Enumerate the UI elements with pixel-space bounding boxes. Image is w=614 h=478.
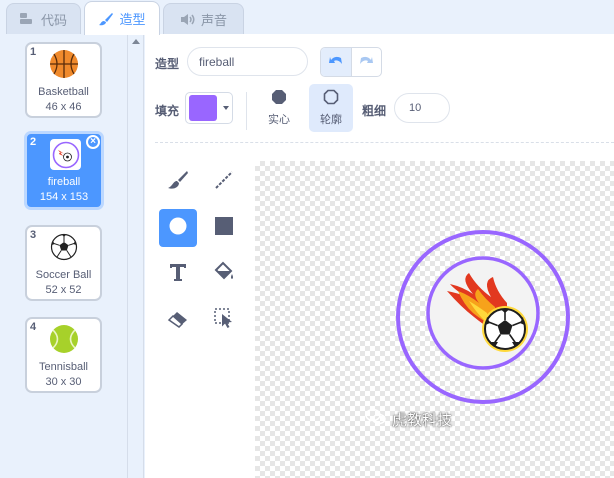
tab-code-label: 代码 — [40, 12, 67, 28]
wechat-icon — [365, 408, 387, 430]
scroll-up-arrow-icon[interactable] — [132, 39, 140, 44]
basketball-icon — [49, 49, 79, 79]
chevron-down-icon — [223, 106, 229, 110]
line-icon — [213, 169, 235, 196]
text-tool-button[interactable] — [159, 255, 197, 293]
costume-card-soccer-ball[interactable]: 3 Soccer Ball 52 x 52 — [25, 225, 102, 301]
redo-button[interactable] — [350, 48, 382, 76]
watermark: 虎教科技 — [365, 408, 452, 430]
filled-octagon-icon — [271, 89, 287, 108]
redo-icon — [358, 53, 374, 71]
brush-tool-button[interactable] — [159, 163, 197, 201]
costume-name: Tennisball — [39, 361, 88, 373]
toolbar-divider — [246, 92, 247, 130]
solid-mode-label: 实心 — [268, 114, 290, 126]
costume-size: 30 x 30 — [45, 376, 82, 388]
tab-costumes-label: 造型 — [119, 12, 146, 27]
select-tool-button[interactable] — [205, 301, 243, 339]
costume-card-fireball[interactable]: 2 × fireball 154 x 153 — [24, 131, 104, 210]
costume-name: Soccer Ball — [35, 269, 92, 281]
outline-octagon-icon — [323, 89, 339, 108]
eraser-tool-button[interactable] — [159, 301, 197, 339]
fireball-costume-artwork — [396, 230, 570, 404]
fill-label: 填充 — [155, 104, 180, 118]
speaker-icon — [180, 12, 196, 26]
costume-size: 154 x 153 — [39, 191, 89, 203]
fill-color-swatch — [189, 95, 217, 121]
costume-index: 3 — [30, 229, 37, 241]
tab-sounds-label: 声音 — [200, 12, 227, 28]
rectangle-tool-button[interactable] — [205, 209, 243, 247]
undo-button[interactable] — [321, 48, 351, 76]
costume-index: 1 — [30, 46, 37, 58]
costume-card-basketball[interactable]: 1 Basketball 46 x 46 — [25, 42, 102, 118]
code-icon — [19, 12, 36, 26]
brush-icon — [167, 170, 189, 195]
circle-icon — [167, 215, 189, 242]
drawing-canvas[interactable] — [255, 161, 614, 478]
eraser-icon — [167, 308, 189, 333]
paint-bucket-icon — [213, 261, 235, 288]
thickness-label: 粗细 — [362, 104, 387, 118]
costume-name-label: 造型 — [155, 57, 180, 71]
text-icon — [168, 262, 188, 287]
outline-mode-label: 轮廓 — [320, 114, 342, 126]
undo-redo-group — [320, 47, 382, 77]
undo-icon — [328, 53, 344, 71]
costume-name: fireball — [47, 176, 81, 188]
costume-card-tennisball[interactable]: 4 Tennisball 30 x 30 — [25, 317, 102, 393]
costume-name-input[interactable]: fireball — [187, 47, 308, 76]
solid-mode-button[interactable]: 实心 — [257, 84, 301, 132]
fireball-icon — [50, 139, 81, 170]
costume-size: 52 x 52 — [45, 284, 82, 296]
stroke-width-input[interactable]: 10 — [394, 93, 450, 123]
costume-name: Basketball — [38, 86, 89, 98]
toolbar-separator — [155, 142, 614, 143]
circle-tool-button[interactable] — [159, 209, 197, 247]
line-tool-button[interactable] — [205, 163, 243, 201]
fill-color-picker[interactable] — [185, 92, 233, 124]
tennis-ball-icon — [49, 324, 79, 354]
delete-costume-button[interactable]: × — [86, 135, 100, 149]
soccer-ball-icon — [49, 232, 79, 262]
costume-index: 2 — [30, 136, 37, 148]
outline-mode-button[interactable]: 轮廓 — [309, 84, 353, 132]
tab-costumes[interactable]: 造型 — [84, 1, 160, 35]
costume-size: 46 x 46 — [45, 101, 82, 113]
reshape-select-icon — [213, 307, 235, 334]
costume-list-scrollbar[interactable] — [128, 34, 144, 478]
costume-index: 4 — [30, 321, 37, 333]
fill-tool-button[interactable] — [205, 255, 243, 293]
costume-list: 1 Basketball 46 x 46 2 × fireball 154 x … — [0, 34, 128, 478]
watermark-text: 虎教科技 — [392, 411, 453, 429]
rectangle-icon — [214, 216, 234, 241]
tab-code[interactable]: 代码 — [6, 3, 81, 34]
tab-bar: 代码 造型 声音 — [0, 0, 614, 35]
brush-icon — [98, 12, 114, 26]
costume-editor-screen: 代码 造型 声音 1 Basketball 46 x 46 2 × fireba… — [0, 0, 614, 478]
tab-sounds[interactable]: 声音 — [163, 3, 244, 34]
